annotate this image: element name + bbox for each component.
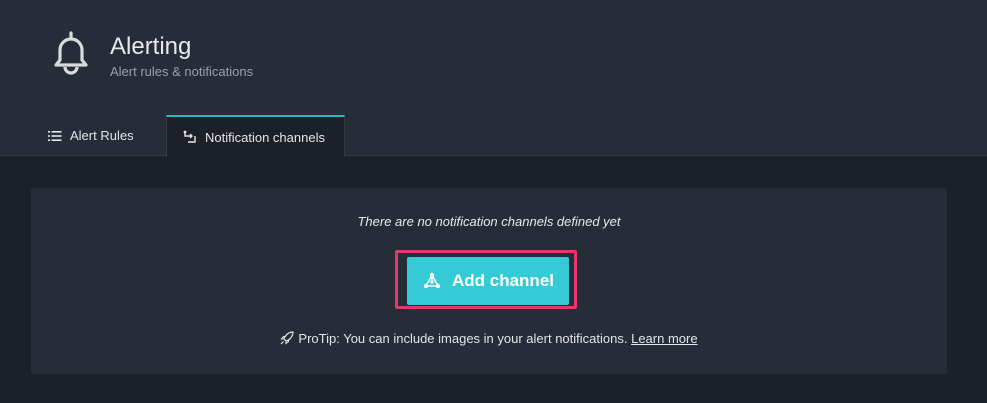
empty-state-message: There are no notification channels defin… <box>357 214 621 229</box>
channels-icon <box>422 271 442 291</box>
tab-notification-channels[interactable]: Notification channels <box>166 115 345 157</box>
add-channel-label: Add channel <box>451 271 554 290</box>
tab-notification-channels-label: Notification channels <box>205 129 325 145</box>
page-header: Alerting Alert rules & notifications Ale… <box>0 0 987 157</box>
protip-text: ProTip: You can include images in your a… <box>298 331 628 346</box>
protip: ProTip: You can include images in your a… <box>31 331 947 348</box>
channels-icon <box>183 130 197 144</box>
add-channel-button[interactable]: Add channel <box>407 257 569 305</box>
bell-icon <box>54 31 88 75</box>
tab-alert-rules[interactable]: Alert Rules <box>35 115 163 156</box>
page-subtitle: Alert rules & notifications <box>110 64 254 79</box>
empty-state-panel: There are no notification channels defin… <box>31 188 947 374</box>
rocket-icon <box>280 331 295 348</box>
learn-more-link[interactable]: Learn more <box>631 331 697 346</box>
list-icon <box>48 130 62 142</box>
page-title: Alerting <box>110 33 192 60</box>
tab-alert-rules-label: Alert Rules <box>70 128 134 143</box>
